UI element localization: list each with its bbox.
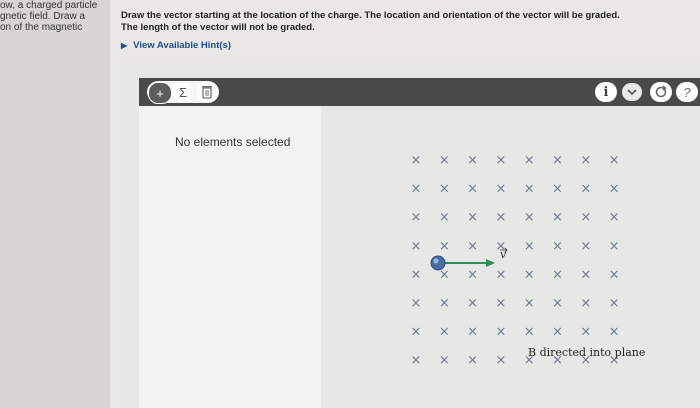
field-x-mark: × (524, 239, 535, 254)
field-x-mark: × (552, 153, 563, 168)
field-x-mark: × (580, 153, 591, 168)
field-x-mark: × (609, 267, 620, 282)
field-diagram: × × × × × × × × × × × × × × × × × × × × × × × × × × × × × × × × × × × × × × × ×… (411, 153, 646, 368)
field-x-mark: × (609, 325, 620, 340)
field-x-mark: × (524, 296, 535, 311)
field-x-mark: × (439, 153, 450, 168)
field-x-mark: × (524, 182, 535, 197)
field-x-mark: × (609, 153, 620, 168)
field-x-mark: × (524, 153, 535, 168)
field-x-mark: × (580, 210, 591, 225)
field-x-mark: × (609, 296, 620, 311)
charged-particle[interactable] (430, 255, 446, 271)
field-caption: B directed into plane (528, 346, 645, 359)
field-x-mark: × (411, 153, 422, 168)
field-x-mark: × (467, 296, 478, 311)
field-x-mark: × (524, 325, 535, 340)
charge-highlight (433, 258, 439, 264)
field-x-mark: × (439, 325, 450, 340)
field-x-mark: × (552, 182, 563, 197)
field-x-mark: × (580, 325, 591, 340)
field-x-mark: × (495, 210, 506, 225)
field-x-mark: × (552, 267, 563, 282)
field-x-mark: × (524, 210, 535, 225)
field-x-mark: × (495, 353, 506, 368)
field-x-mark: × (495, 182, 506, 197)
field-x-mark: × (609, 182, 620, 197)
field-x-mark: × (580, 267, 591, 282)
field-x-mark: × (411, 296, 422, 311)
field-x-mark: × (552, 296, 563, 311)
velocity-arrowhead (486, 259, 495, 267)
field-x-mark: × (411, 182, 422, 197)
field-x-mark: × (609, 239, 620, 254)
field-x-mark: × (411, 267, 422, 282)
field-x-mark: × (467, 182, 478, 197)
field-x-mark: × (580, 182, 591, 197)
field-x-mark: × (552, 325, 563, 340)
field-x-mark: × (467, 210, 478, 225)
field-x-mark: × (580, 239, 591, 254)
field-x-mark: × (439, 182, 450, 197)
field-x-mark: × (439, 296, 450, 311)
field-x-mark: × (467, 239, 478, 254)
field-x-mark: × (439, 239, 450, 254)
field-x-mark: × (552, 239, 563, 254)
field-x-mark: × (439, 210, 450, 225)
field-x-mark: × (495, 325, 506, 340)
field-x-mark: × (411, 325, 422, 340)
field-x-mark: × (552, 210, 563, 225)
field-x-mark: × (495, 153, 506, 168)
field-x-mark: × (411, 353, 422, 368)
field-x-mark: × (467, 267, 478, 282)
field-x-mark: × (439, 353, 450, 368)
field-x-mark: × (467, 153, 478, 168)
field-x-mark: × (524, 267, 535, 282)
field-x-mark: × (467, 325, 478, 340)
field-x-mark: × (467, 353, 478, 368)
field-x-mark: × (495, 267, 506, 282)
field-x-mark: × (580, 296, 591, 311)
field-x-mark: × (411, 210, 422, 225)
field-x-mark: × (411, 239, 422, 254)
field-x-mark: × (609, 210, 620, 225)
field-x-mark: × (495, 296, 506, 311)
